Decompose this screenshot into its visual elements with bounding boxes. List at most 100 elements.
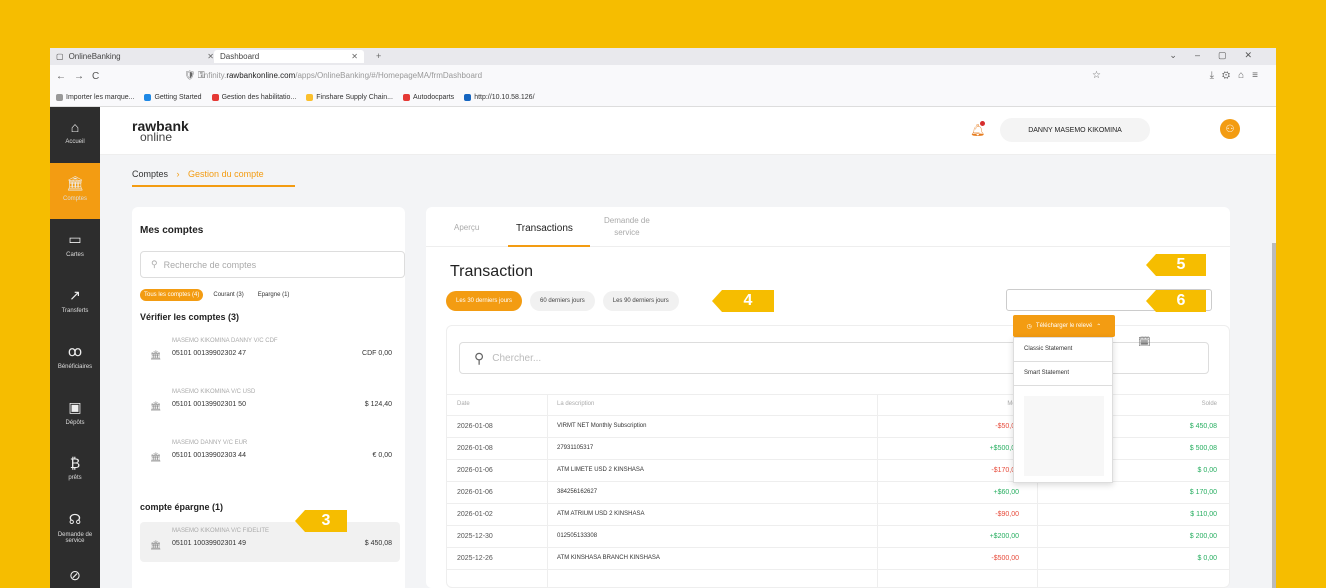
app-header: rawbank online 🔔︎ DANNY MASEMO KIKOMINA … bbox=[100, 107, 1276, 155]
browser-tab-onlinebanking[interactable]: ▢ OnlineBanking ✕ bbox=[50, 50, 220, 63]
sidebar-item-transferts[interactable]: ↗ Transferts bbox=[50, 275, 100, 331]
sidebar-item-demande-service[interactable]: ☊ Demande de service bbox=[50, 499, 100, 555]
chip-all-accounts[interactable]: Tous les comptes (4) bbox=[140, 289, 204, 301]
chevron-up-icon: ⌃ bbox=[1096, 323, 1102, 330]
download-statement-button[interactable]: ◷ Télécharger le relevé ⌃ bbox=[1013, 315, 1115, 337]
transfer-icon: ↗ bbox=[69, 287, 81, 303]
savings-account-item[interactable]: 🏛 MASEMO KIKOMINA V/C FIDELITE 05101 100… bbox=[140, 522, 400, 562]
chip-current[interactable]: Courant (3) bbox=[209, 289, 247, 301]
bank-icon: 🏛 bbox=[150, 540, 162, 550]
transaction-title: Transaction bbox=[450, 263, 533, 280]
bank-icon: 🏛 bbox=[66, 175, 84, 191]
statement-dropdown: Classic Statement Smart Statement bbox=[1013, 337, 1113, 483]
bookmark-item[interactable]: Finshare Supply Chain... bbox=[306, 94, 393, 101]
sidebar-item-prets[interactable]: ₿ prêts bbox=[50, 443, 100, 499]
service-icon: ☊ bbox=[68, 511, 82, 527]
sidebar-item-beneficiaires[interactable]: ꝏ Bénéficiaires bbox=[50, 331, 100, 387]
calendar-icon[interactable]: 🗓︎ bbox=[1138, 337, 1151, 348]
bank-icon: 🏛 bbox=[150, 350, 162, 360]
sidebar-item-more[interactable]: ⊘ bbox=[50, 555, 100, 588]
attachment-icon: ⊘ bbox=[69, 567, 81, 583]
sidebar-item-comptes[interactable]: 🏛 Comptes bbox=[50, 163, 100, 219]
nav-buttons[interactable]: ←→C bbox=[56, 71, 107, 82]
account-item[interactable]: 🏛 MASEMO KIKOMINA V/C USD 05101 00139902… bbox=[140, 383, 400, 423]
loan-icon: ₿ bbox=[69, 455, 81, 471]
close-icon[interactable]: ✕ bbox=[207, 52, 214, 61]
tab-apercu[interactable]: Aperçu bbox=[454, 223, 479, 232]
url-text[interactable]: infinity.rawbankonline.com/apps/OnlineBa… bbox=[202, 71, 482, 80]
tab-page-icon: ▢ bbox=[56, 52, 64, 61]
period-60-days[interactable]: 60 derniers jours bbox=[530, 291, 595, 311]
bookmark-item[interactable]: Autodocparts bbox=[402, 94, 454, 101]
rawbank-logo[interactable]: rawbank online bbox=[132, 119, 189, 143]
table-row[interactable]: 2025-12-30 012505133308 +$200,00 $ 200,00 bbox=[447, 526, 1229, 548]
banking-app: ⌂ Accueil 🏛 Comptes ▭ Cartes ↗ Transfert… bbox=[50, 107, 1276, 588]
bookmark-star-icon[interactable]: ☆ bbox=[1092, 70, 1101, 81]
screenshot-frame: ▢ OnlineBanking ✕ Dashboard ✕ + ⌄–▢✕ ←→C… bbox=[50, 48, 1276, 588]
breadcrumb-current: Gestion du compte bbox=[188, 169, 264, 179]
account-filter-chips: Tous les comptes (4) Courant (3) Epargne… bbox=[140, 289, 293, 301]
clock-icon: ◷ bbox=[1026, 323, 1032, 330]
deposit-icon: ▣ bbox=[68, 399, 82, 415]
row-balance: $ 110,00 bbox=[1190, 511, 1217, 518]
close-icon[interactable]: ✕ bbox=[351, 52, 358, 61]
dropdown-empty-area bbox=[1024, 396, 1104, 476]
bookmark-item[interactable]: http://10.10.58.126/ bbox=[464, 94, 535, 101]
account-tabs: Aperçu Transactions Demande de service bbox=[426, 207, 1230, 247]
verify-accounts-title: Vérifier les comptes (3) bbox=[140, 312, 240, 322]
period-30-days[interactable]: Les 30 derniers jours bbox=[446, 291, 523, 311]
new-tab-icon[interactable]: + bbox=[376, 51, 381, 61]
tab-transactions[interactable]: Transactions bbox=[516, 223, 573, 234]
callout-4: 4 bbox=[712, 290, 774, 312]
row-balance: $ 170,00 bbox=[1189, 489, 1217, 496]
table-row[interactable]: 2026-01-06 384256162627 +$60,00 $ 170,00 bbox=[447, 482, 1229, 504]
toolbar-icons[interactable]: ⤓⚙⌂≡ bbox=[1210, 70, 1266, 81]
address-bar: ←→C 🛡 ⚿ infinity.rawbankonline.com/apps/… bbox=[50, 65, 1276, 89]
beneficiaries-icon: ꝏ bbox=[67, 343, 83, 359]
browser-tab-dashboard[interactable]: Dashboard ✕ bbox=[214, 50, 364, 63]
period-90-days[interactable]: Les 90 derniers jours bbox=[602, 291, 679, 311]
bookmark-item[interactable]: Importer les marque... bbox=[56, 94, 134, 101]
sidebar: ⌂ Accueil 🏛 Comptes ▭ Cartes ↗ Transfert… bbox=[50, 107, 100, 588]
user-name-pill[interactable]: DANNY MASEMO KIKOMINA bbox=[1000, 118, 1150, 142]
callout-6: 6 bbox=[1146, 290, 1206, 312]
savings-title: compte épargne (1) bbox=[140, 502, 224, 512]
bookmark-item[interactable]: Getting Started bbox=[144, 94, 202, 101]
search-icon: ⚲ bbox=[151, 259, 158, 269]
bookmark-item[interactable]: Gestion des habilitatio... bbox=[211, 94, 296, 101]
notification-dot bbox=[980, 121, 985, 126]
user-avatar-icon[interactable]: ⚇ bbox=[1220, 119, 1240, 139]
classic-statement-option[interactable]: Classic Statement bbox=[1014, 338, 1112, 362]
bookmarks-bar: Importer les marque... Getting Started G… bbox=[50, 89, 1276, 107]
breadcrumb-underline bbox=[132, 185, 295, 187]
table-row[interactable]: 2026-01-02 ATM ATRIUM USD 2 KINSHASA -$90,… bbox=[447, 504, 1229, 526]
browser-tab-bar: ▢ OnlineBanking ✕ Dashboard ✕ + ⌄–▢✕ bbox=[50, 48, 1276, 65]
breadcrumb: Comptes › Gestion du compte bbox=[132, 169, 264, 179]
row-balance: $ 0,00 bbox=[1197, 555, 1217, 562]
chip-savings[interactable]: Epargne (1) bbox=[254, 289, 294, 301]
breadcrumb-comptes[interactable]: Comptes bbox=[132, 169, 168, 179]
account-search-input[interactable]: ⚲ Recherche de comptes bbox=[140, 251, 405, 278]
account-item[interactable]: 🏛 MASEMO DANNY V/C EUR 05101 00139902303… bbox=[140, 434, 400, 474]
sidebar-item-cartes[interactable]: ▭ Cartes bbox=[50, 219, 100, 275]
sidebar-item-accueil[interactable]: ⌂ Accueil bbox=[50, 107, 100, 163]
period-filters: Les 30 derniers jours 60 derniers jours … bbox=[446, 291, 679, 311]
search-icon: ⚲ bbox=[474, 349, 485, 366]
bank-icon: 🏛 bbox=[150, 401, 162, 411]
callout-3: 3 bbox=[295, 510, 347, 532]
sidebar-item-depots[interactable]: ▣ Dépôts bbox=[50, 387, 100, 443]
accounts-title: Mes comptes bbox=[140, 225, 204, 236]
bank-icon: 🏛 bbox=[150, 452, 162, 462]
smart-statement-option[interactable]: Smart Statement bbox=[1014, 362, 1112, 386]
row-balance: $ 200,00 bbox=[1189, 533, 1217, 540]
table-row[interactable]: 2025-12-26 ATM KINSHASA BRANCH KINSHASA -$… bbox=[447, 548, 1229, 570]
chevron-right-icon: › bbox=[176, 169, 180, 179]
home-icon: ⌂ bbox=[70, 119, 80, 135]
scrollbar[interactable] bbox=[1272, 243, 1276, 588]
secondary-panel bbox=[132, 578, 405, 588]
window-controls[interactable]: ⌄–▢✕ bbox=[1169, 50, 1270, 61]
tab-demande-service[interactable]: Demande de service bbox=[604, 215, 650, 239]
account-item[interactable]: 🏛 MASEMO KIKOMINA DANNY V/C CDF 05101 00… bbox=[140, 332, 400, 372]
callout-5: 5 bbox=[1146, 254, 1206, 276]
accounts-panel: Mes comptes ⚲ Recherche de comptes Tous … bbox=[132, 207, 405, 588]
